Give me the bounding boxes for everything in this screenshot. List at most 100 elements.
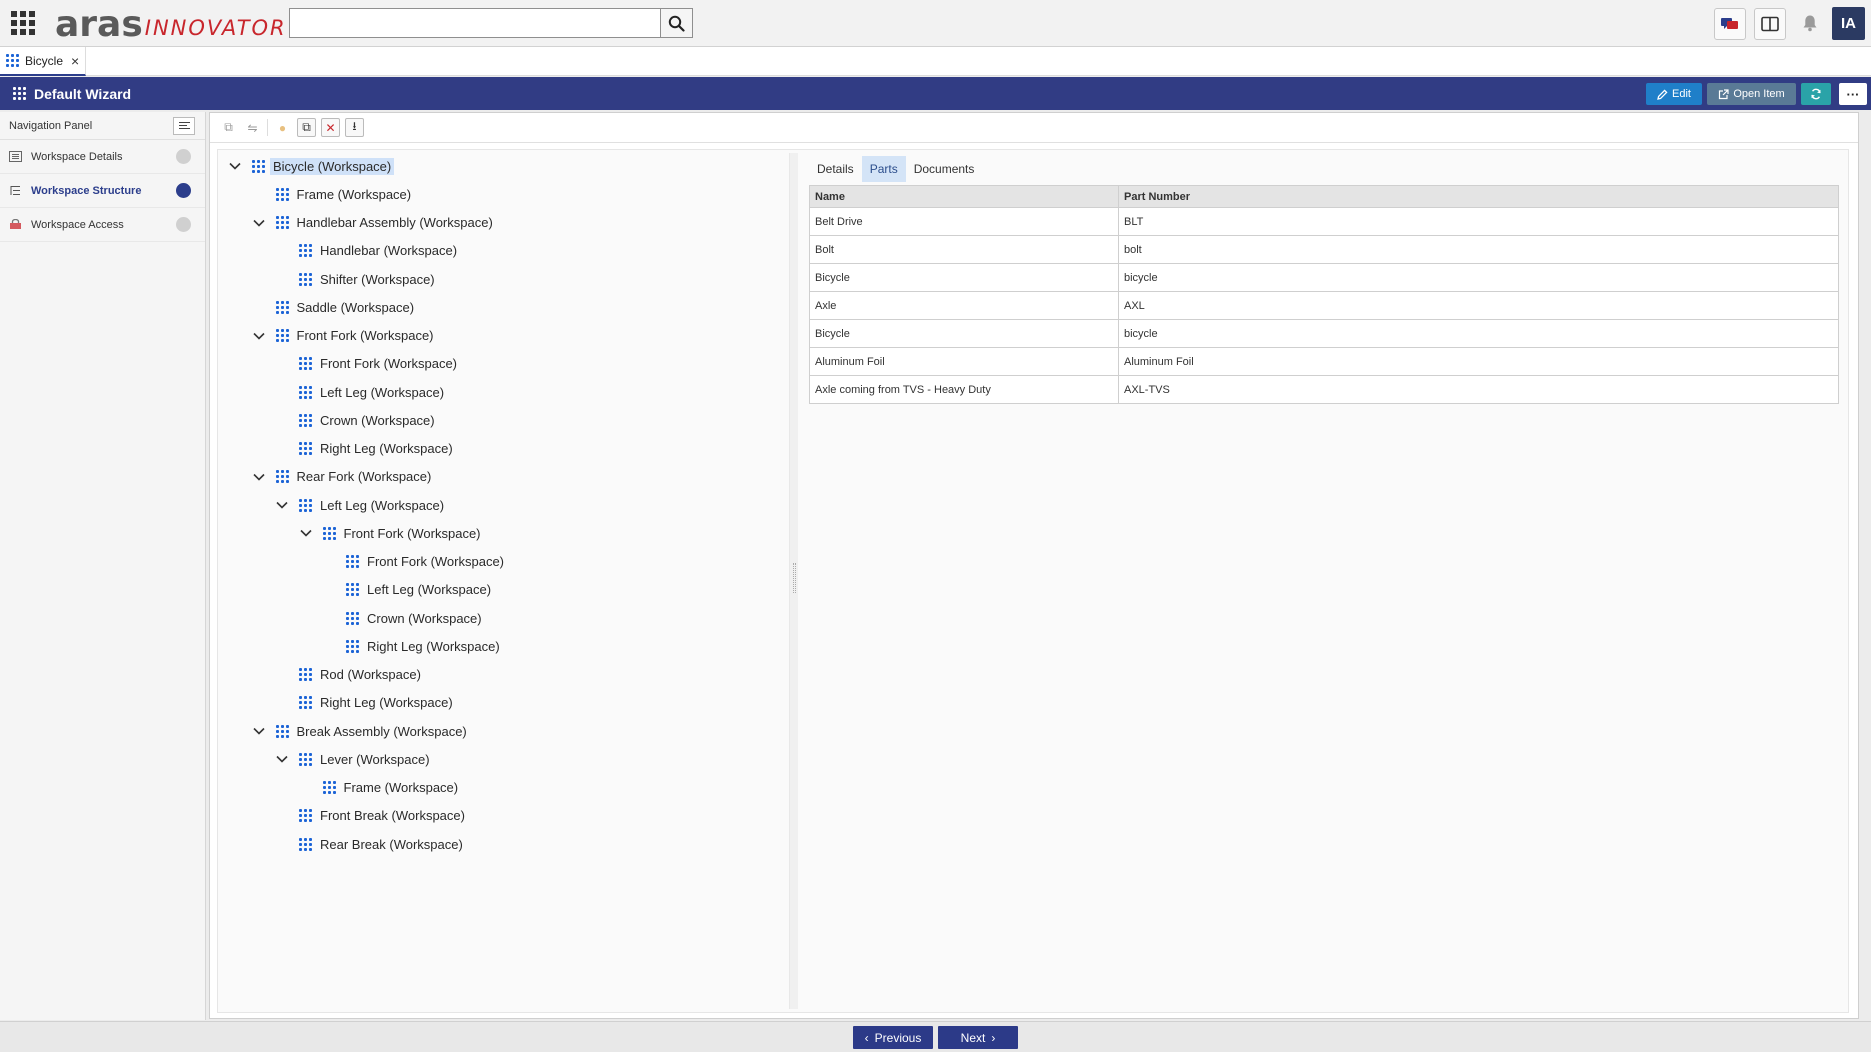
workspace-icon <box>299 357 312 371</box>
tree-node[interactable]: Rear Break (Workspace) <box>275 832 463 856</box>
table-row[interactable]: Aluminum Foil Aluminum Foil <box>809 347 1839 376</box>
tree-node[interactable]: Frame (Workspace) <box>299 776 458 800</box>
tab-bicycle[interactable]: Bicycle × <box>0 47 86 76</box>
tree-node-label: Right Leg (Workspace) <box>320 695 453 711</box>
tree-node-label: Rear Fork (Workspace) <box>296 469 432 485</box>
chat-button[interactable] <box>1714 8 1746 40</box>
search-button[interactable] <box>660 8 693 38</box>
tree-node[interactable]: Front Break (Workspace) <box>275 804 465 828</box>
tree-node[interactable]: Break Assembly (Workspace) <box>252 719 467 743</box>
tree-node[interactable]: Lever (Workspace) <box>275 747 430 771</box>
nav-item-workspace-structure[interactable]: Workspace Structure <box>0 174 205 208</box>
tree-node[interactable]: Handlebar Assembly (Workspace) <box>252 211 493 235</box>
next-button-label: Next <box>960 1030 986 1045</box>
cell-part-number: bicycle <box>1118 263 1839 292</box>
tree-node-label: Saddle (Workspace) <box>296 299 415 315</box>
tree-node[interactable]: Crown (Workspace) <box>275 408 435 432</box>
tab-parts[interactable]: Parts <box>861 156 906 182</box>
collapse-panel-button[interactable] <box>173 116 195 135</box>
download-icon[interactable]: ⭳ <box>345 118 364 137</box>
tree-node-label: Front Fork (Workspace) <box>367 554 505 569</box>
table-row[interactable]: Axle coming from TVS - Heavy Duty AXL-TVS <box>809 375 1839 404</box>
table-row[interactable]: Belt Drive BLT <box>809 207 1839 236</box>
tree-node-label: Handlebar (Workspace) <box>320 243 458 259</box>
tree-node[interactable]: Handlebar (Workspace) <box>275 239 457 263</box>
workspace-icon <box>299 385 312 399</box>
chevron-left-icon: ‹ <box>864 1030 869 1045</box>
tree-node[interactable]: Right Leg (Workspace) <box>275 691 453 715</box>
logo-text-aras: aras <box>55 4 143 45</box>
tree-node[interactable]: Frame (Workspace) <box>252 182 411 206</box>
tree-node[interactable]: Front Fork (Workspace) <box>322 550 504 574</box>
tree-node[interactable]: Right Leg (Workspace) <box>322 634 500 658</box>
chevron-right-icon: › <box>991 1030 996 1045</box>
chevron-down-icon[interactable] <box>299 526 313 540</box>
workspace-icon <box>275 329 289 342</box>
tree-node-label: Shifter (Workspace) <box>320 271 435 287</box>
open-in-new-icon[interactable]: ⧉ <box>219 118 238 137</box>
table-row[interactable]: Bolt bolt <box>809 235 1839 264</box>
edit-button[interactable]: Edit <box>1646 83 1702 105</box>
table-row[interactable]: Bicycle bicycle <box>809 263 1839 292</box>
user-avatar[interactable]: IA <box>1832 7 1865 40</box>
tree-node[interactable]: Front Fork (Workspace) <box>252 324 434 348</box>
open-item-button[interactable]: Open Item <box>1707 83 1796 105</box>
apps-grid-icon[interactable] <box>11 11 35 35</box>
chevron-down-icon[interactable] <box>275 752 289 766</box>
search-input[interactable] <box>289 8 662 38</box>
cell-part-number: AXL-TVS <box>1118 375 1839 404</box>
table-row[interactable]: Bicycle bicycle <box>809 319 1839 348</box>
chevron-down-icon[interactable] <box>252 329 266 343</box>
tree-node[interactable]: Left Leg (Workspace) <box>275 493 444 517</box>
workspace-icon <box>275 300 289 314</box>
chevron-down-icon[interactable] <box>228 159 242 173</box>
lock-icon[interactable]: ● <box>273 118 292 137</box>
next-button[interactable]: Next › <box>938 1026 1018 1049</box>
chevron-down-icon[interactable] <box>275 498 289 512</box>
refresh-button[interactable] <box>1801 83 1831 105</box>
tab-details[interactable]: Details <box>809 156 862 182</box>
chevron-down-icon[interactable] <box>252 216 266 230</box>
close-icon[interactable]: × <box>71 53 79 69</box>
tree-node-label: Rod (Workspace) <box>320 667 421 682</box>
tree-node[interactable]: Bicycle (Workspace) <box>228 154 395 178</box>
cell-part-number: bolt <box>1118 235 1839 264</box>
copy-icon[interactable]: ⧉ <box>297 118 316 137</box>
workspace-icon <box>346 555 359 568</box>
wizard-icon <box>13 87 26 100</box>
previous-button[interactable]: ‹ Previous <box>853 1026 933 1049</box>
tree-node[interactable]: Left Leg (Workspace) <box>275 380 444 404</box>
pane-splitter[interactable] <box>789 153 798 1009</box>
workspace-icon <box>275 216 289 229</box>
form-icon <box>9 151 22 162</box>
delete-icon[interactable]: ✕ <box>321 118 340 137</box>
tree-node[interactable]: Left Leg (Workspace) <box>322 578 491 602</box>
column-header-part-number[interactable]: Part Number <box>1118 185 1839 208</box>
tree-node[interactable]: Front Fork (Workspace) <box>275 352 457 376</box>
tree-node[interactable]: Right Leg (Workspace) <box>275 437 453 461</box>
tree-node[interactable]: Crown (Workspace) <box>322 606 482 630</box>
tree-node[interactable]: Front Fork (Workspace) <box>299 521 481 545</box>
tree-node[interactable]: Rear Fork (Workspace) <box>252 465 432 489</box>
tab-documents[interactable]: Documents <box>906 156 983 182</box>
split-view-button[interactable] <box>1754 8 1786 40</box>
tree-node[interactable]: Shifter (Workspace) <box>275 267 435 291</box>
link-icon[interactable]: ⇋ <box>243 118 262 137</box>
workspace-icon <box>299 244 312 258</box>
tree-node[interactable]: Rod (Workspace) <box>275 663 421 687</box>
workspace-icon <box>322 526 336 540</box>
nav-item-workspace-details[interactable]: Workspace Details <box>0 140 205 174</box>
aras-logo: aras INNOVATOR <box>55 4 287 45</box>
column-header-name[interactable]: Name <box>809 185 1119 208</box>
more-options-button[interactable]: ··· <box>1839 83 1867 105</box>
notifications-button[interactable] <box>1799 12 1821 34</box>
tree-node-label: Rear Break (Workspace) <box>320 836 463 852</box>
pencil-icon <box>1657 88 1668 100</box>
tree-node[interactable]: Saddle (Workspace) <box>252 295 415 319</box>
table-row[interactable]: Axle AXL <box>809 291 1839 320</box>
nav-item-workspace-access[interactable]: Workspace Access <box>0 208 205 242</box>
chevron-down-icon[interactable] <box>252 724 266 738</box>
chevron-down-icon[interactable] <box>252 470 266 484</box>
